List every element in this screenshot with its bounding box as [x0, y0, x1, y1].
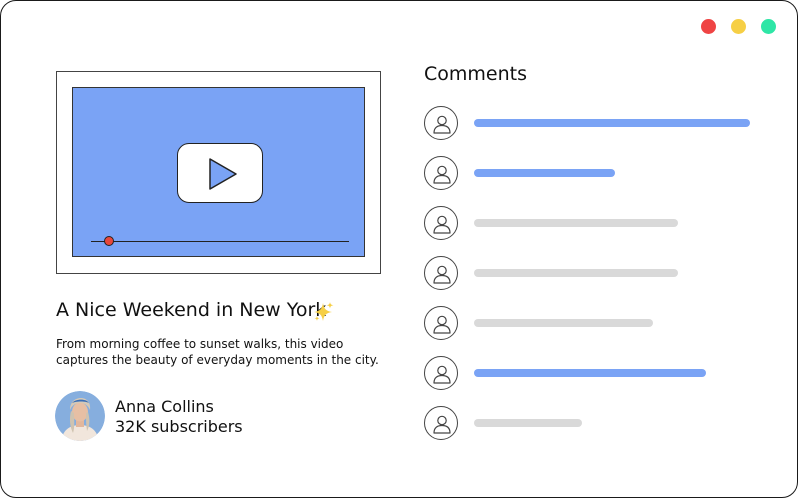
comment-text-placeholder — [474, 119, 750, 127]
progress-bar[interactable] — [91, 241, 349, 242]
comment-item — [424, 356, 764, 392]
comment-item — [424, 406, 764, 442]
comment-item — [424, 106, 764, 142]
minimize-window-button[interactable] — [731, 19, 746, 34]
comment-text-placeholder — [474, 369, 706, 377]
video-title: A Nice Weekend in New York — [56, 299, 327, 321]
comment-text-placeholder — [474, 269, 678, 277]
app-window: A Nice Weekend in New York From morning … — [0, 0, 798, 498]
comment-item — [424, 156, 764, 192]
comment-user-icon[interactable] — [424, 206, 458, 240]
video-description: From morning coffee to sunset walks, thi… — [56, 337, 379, 367]
close-window-button[interactable] — [701, 19, 716, 34]
play-icon — [209, 158, 237, 190]
comment-user-icon[interactable] — [424, 356, 458, 390]
comment-text-placeholder — [474, 169, 615, 177]
sparkles-icon — [313, 301, 335, 327]
comment-item — [424, 306, 764, 342]
play-button[interactable] — [177, 143, 263, 203]
comment-user-icon[interactable] — [424, 106, 458, 140]
subscriber-count: 32K subscribers — [115, 417, 243, 436]
channel-name[interactable]: Anna Collins — [115, 397, 214, 416]
comment-text-placeholder — [474, 419, 582, 427]
comment-text-placeholder — [474, 319, 653, 327]
user-photo-avatar — [55, 391, 105, 441]
comment-user-icon[interactable] — [424, 406, 458, 440]
comment-item — [424, 206, 764, 242]
maximize-window-button[interactable] — [761, 19, 776, 34]
comment-text-placeholder — [474, 219, 678, 227]
comment-user-icon[interactable] — [424, 306, 458, 340]
video-screen[interactable] — [72, 87, 365, 257]
comment-user-icon[interactable] — [424, 156, 458, 190]
channel-avatar[interactable] — [55, 391, 105, 441]
comment-user-icon[interactable] — [424, 256, 458, 290]
comment-item — [424, 256, 764, 292]
progress-handle[interactable] — [104, 236, 115, 246]
video-player — [56, 71, 381, 274]
comments-heading: Comments — [424, 63, 527, 85]
